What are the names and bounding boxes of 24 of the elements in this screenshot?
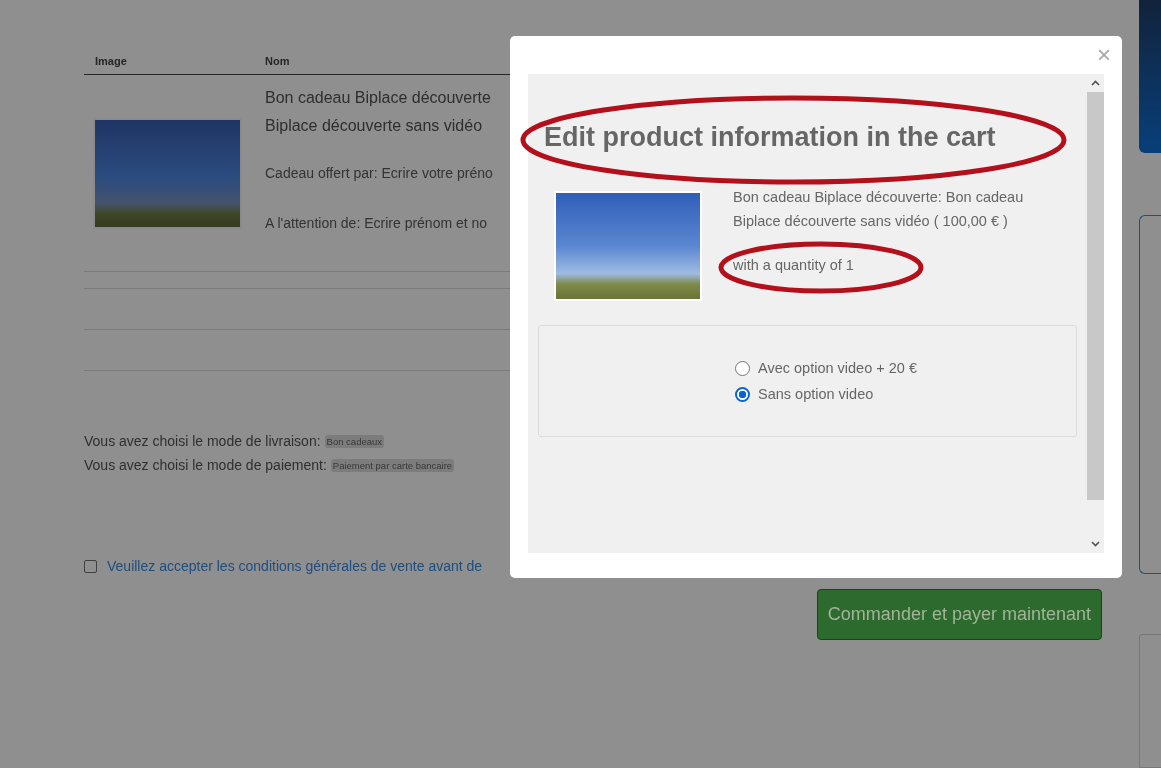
option-label[interactable]: Avec option video + 20 € [758,360,917,376]
column-header: Image [94,54,128,69]
product-name: Bon cadeau Biplace découverte [265,88,491,108]
close-button[interactable]: × [1095,42,1113,68]
column-header: Nom [264,54,291,69]
payment-value: Paiement par carte bancaire [330,458,455,472]
scrollbar-thumb[interactable] [1087,92,1104,500]
option-label[interactable]: Sans option video [758,386,874,402]
terms-link[interactable]: Veuillez accepter les conditions générales de vente avant de [107,558,483,574]
product-detail: A l'attention de: Ecrire prénom et no [265,214,488,233]
delivery-value: Bon cadeaux [324,434,385,448]
quantity-text: with a quantity of 1 [733,257,854,273]
scroll-down-icon[interactable] [1091,541,1100,547]
product-description: Bon cadeau Biplace découverte: Bon cadeau Biplace découverte sans vidéo ( 100,00 € ) [733,188,1025,231]
product-name: Biplace découverte sans vidéo [265,116,483,136]
modal-title: Edit product information in the cart [544,122,996,152]
radio-button[interactable] [735,386,750,402]
radio-button[interactable] [735,360,750,376]
delivery-label: Vous avez choisi le mode de livraison: [84,432,321,451]
payment-label: Vous avez choisi le mode de paiement: [84,456,327,475]
order-button[interactable]: Commander et payer maintenant [816,589,1102,640]
terms-checkbox[interactable] [84,559,97,573]
scroll-up-icon[interactable] [1091,80,1100,86]
product-detail: Cadeau offert par: Ecrire votre préno [265,164,493,183]
